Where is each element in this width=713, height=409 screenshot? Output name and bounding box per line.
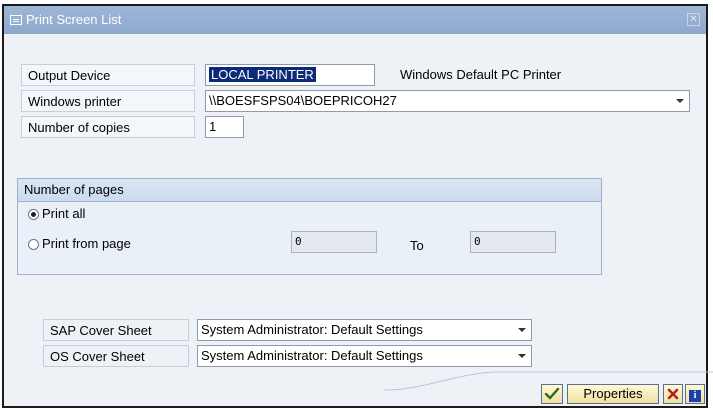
info-icon: i	[689, 390, 701, 402]
pages-group: Number of pages Print all Print from pag…	[17, 178, 602, 275]
copies-label: Number of copies	[21, 116, 195, 138]
windows-printer-select[interactable]: \\BOESFSPS04\BOEPRICOH27	[205, 90, 690, 112]
windows-printer-value: \\BOESFSPS04\BOEPRICOH27	[209, 93, 397, 108]
os-cover-label: OS Cover Sheet	[43, 345, 189, 367]
from-page-input[interactable]: 0	[291, 231, 377, 253]
properties-button-label: Properties	[583, 386, 643, 401]
print-from-label: Print from page	[42, 236, 131, 251]
print-all-label: Print all	[42, 206, 86, 221]
pages-group-title: Number of pages	[18, 179, 601, 202]
close-icon[interactable]: ✕	[687, 13, 700, 26]
checkmark-icon	[544, 387, 560, 400]
sap-cover-select[interactable]: System Administrator: Default Settings	[197, 319, 532, 341]
cancel-x-icon	[667, 388, 679, 400]
dialog-title: Print Screen List	[26, 12, 122, 27]
cancel-button[interactable]	[663, 384, 683, 404]
windows-printer-label: Windows printer	[21, 90, 195, 112]
output-device-description: Windows Default PC Printer	[400, 67, 562, 82]
ok-button[interactable]	[541, 384, 563, 404]
info-button[interactable]: i	[685, 384, 705, 404]
output-device-label: Output Device	[21, 64, 195, 86]
list-icon	[10, 15, 22, 25]
to-page-input[interactable]: 0	[470, 231, 556, 253]
to-label: To	[410, 238, 424, 253]
copies-value: 1	[209, 119, 217, 134]
print-dialog: Print Screen List ✕ Output Device LOCAL …	[2, 4, 713, 408]
sap-cover-value: System Administrator: Default Settings	[201, 322, 423, 337]
print-from-radio[interactable]	[28, 239, 39, 250]
title-bar: Print Screen List ✕	[4, 6, 706, 34]
properties-button[interactable]: Properties	[567, 384, 659, 404]
from-page-value: 0	[295, 235, 302, 248]
to-page-value: 0	[474, 235, 481, 248]
output-device-input[interactable]: LOCAL PRINTER	[205, 64, 375, 86]
chevron-down-icon	[676, 99, 684, 103]
copies-input[interactable]: 1	[205, 116, 244, 138]
chevron-down-icon	[518, 328, 526, 332]
sap-cover-label: SAP Cover Sheet	[43, 319, 189, 341]
print-all-radio[interactable]	[28, 209, 39, 220]
output-device-value: LOCAL PRINTER	[209, 67, 316, 82]
